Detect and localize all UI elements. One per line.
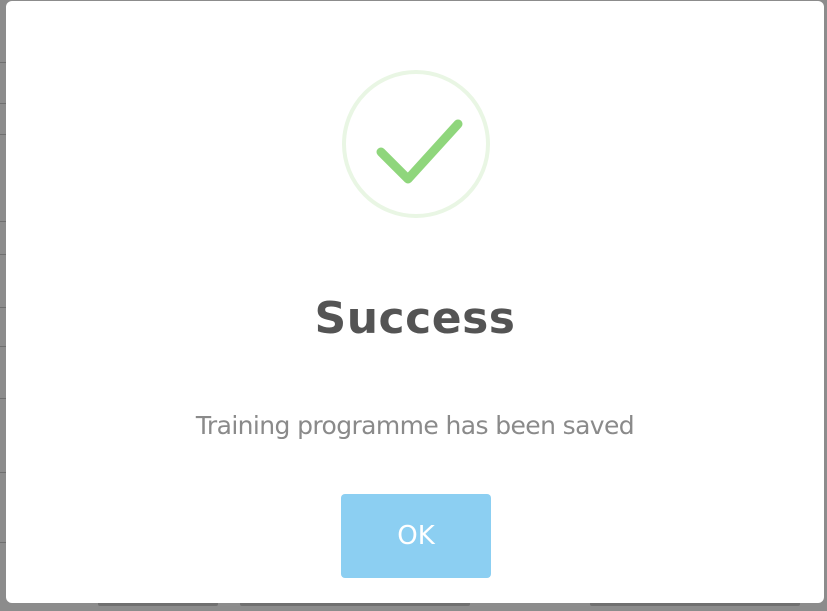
success-dialog: Success Training programme has been save…	[6, 1, 824, 603]
checkmark-icon-graphic	[342, 70, 490, 218]
checkmark-success-icon	[342, 70, 490, 218]
success-ring	[342, 70, 490, 218]
ok-button[interactable]: OK	[341, 494, 491, 578]
check-mark	[376, 119, 463, 184]
dialog-title: Success	[314, 293, 516, 344]
dialog-message: Training programme has been saved	[195, 411, 635, 440]
